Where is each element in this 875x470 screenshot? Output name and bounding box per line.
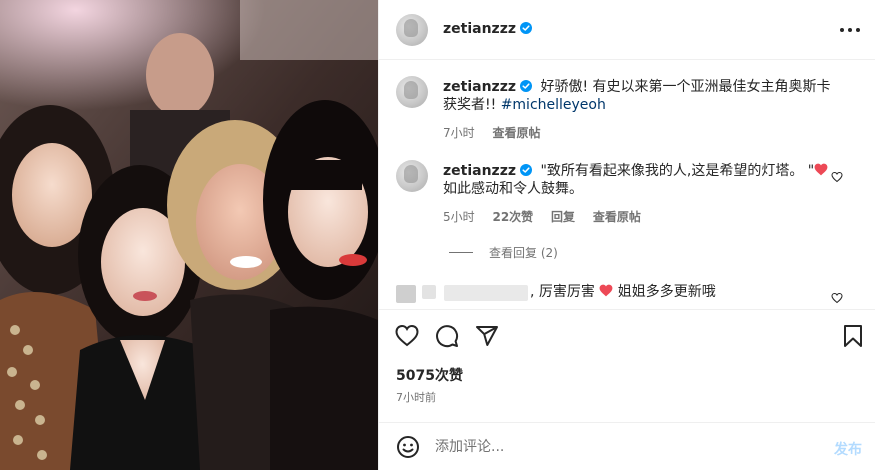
comment-text: , 厉害厉害 姐姐多多更新哦 <box>530 283 716 301</box>
post-comment-button[interactable]: 发布 <box>834 439 862 459</box>
comment-like-heart-icon[interactable] <box>831 171 843 183</box>
post-header: zetianzzz <box>379 0 875 60</box>
verified-badge-icon <box>520 80 532 92</box>
blurred-avatar <box>396 285 416 303</box>
comment-time[interactable]: 5小时 <box>443 210 475 224</box>
red-heart-emoji-icon <box>599 284 613 297</box>
group-selfie-image <box>0 0 378 470</box>
comment-username[interactable]: zetianzzz <box>443 163 532 179</box>
more-dot-icon <box>856 28 860 32</box>
comment-bubble-icon[interactable] <box>435 324 459 348</box>
comment-composer: 发布 <box>379 422 875 470</box>
hashtag-link[interactable]: #michelleyeoh <box>501 97 606 113</box>
see-translation-link[interactable]: 查看原帖 <box>593 210 641 224</box>
caption-text: zetianzzz 好骄傲! 有史以来第一个亚洲最佳女主角奥斯卡获奖者!! #m… <box>443 78 841 114</box>
comment-body: "致所有看起来像我的人,这是希望的灯塔。 " <box>540 163 815 179</box>
see-translation-link[interactable]: 查看原帖 <box>492 126 540 140</box>
post-likes-count[interactable]: 5075次赞 <box>396 365 463 385</box>
comment-meta: 5小时 22次赞 回复 查看原帖 <box>443 208 655 225</box>
caption-username[interactable]: zetianzzz <box>443 79 532 95</box>
replies-divider <box>449 252 473 253</box>
avatar[interactable] <box>396 14 428 46</box>
emoji-smiley-icon[interactable] <box>396 435 420 459</box>
more-options-button[interactable] <box>840 22 860 38</box>
comment-body: , 厉害厉害 <box>530 284 600 300</box>
verified-badge-icon <box>520 164 532 176</box>
share-paper-plane-icon[interactable] <box>475 324 499 348</box>
comment-body-end: 如此感动和令人鼓舞。 <box>443 181 583 197</box>
save-bookmark-icon[interactable] <box>841 324 865 348</box>
view-replies-label: 查看回复 (2) <box>489 246 558 260</box>
post-timestamp[interactable]: 7小时前 <box>396 389 436 405</box>
blurred-username <box>444 285 528 301</box>
reply-button[interactable]: 回复 <box>551 210 575 224</box>
comment-input[interactable] <box>435 435 815 459</box>
comment-text: zetianzzz "致所有看起来像我的人,这是希望的灯塔。 " 如此感动和令人鼓… <box>443 162 841 198</box>
avatar[interactable] <box>396 160 428 192</box>
caption-time[interactable]: 7小时 <box>443 126 475 140</box>
comment-like-heart-icon[interactable] <box>831 292 843 304</box>
avatar[interactable] <box>396 76 428 108</box>
username-link[interactable]: zetianzzz <box>443 21 516 37</box>
like-heart-icon[interactable] <box>395 324 419 348</box>
more-dot-icon <box>840 28 844 32</box>
blurred-text <box>422 285 436 299</box>
more-dot-icon <box>848 28 852 32</box>
comment-body-end: 姐姐多多更新哦 <box>613 284 716 300</box>
verified-badge-icon <box>520 22 532 34</box>
red-heart-emoji-icon <box>814 163 828 176</box>
post-photo[interactable] <box>0 0 378 470</box>
post-actions-bar <box>379 309 875 363</box>
post-author-username[interactable]: zetianzzz <box>443 21 532 37</box>
view-replies-button[interactable]: 查看回复 (2) <box>449 244 558 261</box>
post-detail-panel: zetianzzz zetianzzz 好骄傲! 有史以来第一个亚洲最佳女主角奥… <box>378 0 875 470</box>
caption-meta: 7小时 查看原帖 <box>443 124 554 141</box>
comment-likes-count[interactable]: 22次赞 <box>492 210 533 224</box>
